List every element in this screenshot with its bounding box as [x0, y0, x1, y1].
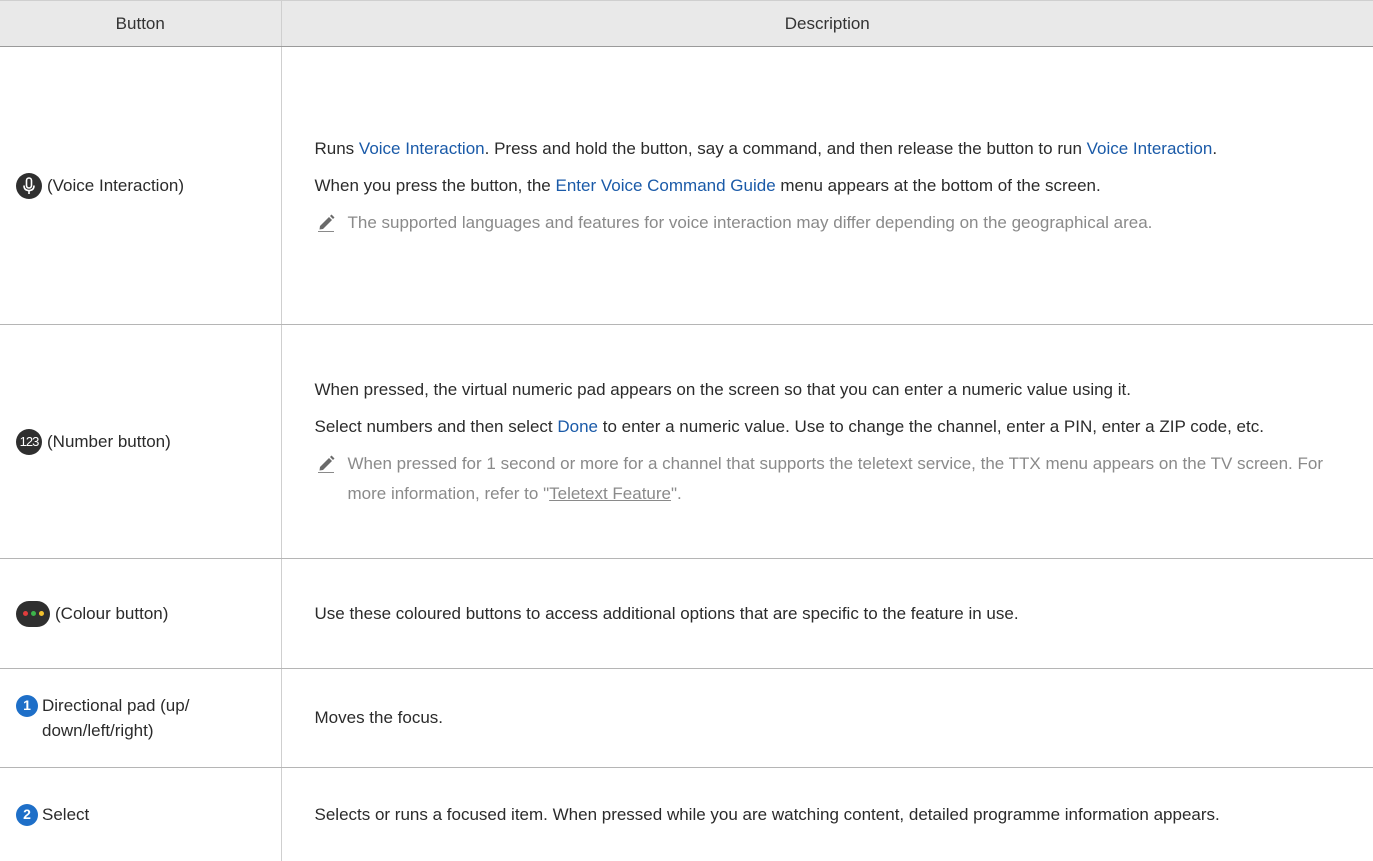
description-text: Moves the focus. — [314, 707, 444, 727]
button-label: Select — [42, 805, 90, 824]
description-text: When you press the button, the Enter Voi… — [314, 175, 1101, 195]
table-row: (Voice Interaction) Runs Voice Interacti… — [0, 46, 1373, 326]
note: The supported languages and features for… — [315, 208, 1344, 238]
description-text: When pressed, the virtual numeric pad ap… — [314, 379, 1131, 399]
table-row: (Colour button) Use these coloured butto… — [0, 558, 1373, 669]
highlight-term: Voice Interaction — [1086, 138, 1213, 158]
description-cell: Runs Voice Interaction. Press and hold t… — [280, 46, 1373, 326]
pencil-note-icon — [317, 455, 334, 473]
button-cell: 1 Directional pad (up/ down/left/right) — [0, 668, 281, 769]
button-label: (Colour button) — [55, 604, 169, 624]
description-text: Use these coloured buttons to access add… — [314, 603, 1019, 623]
number-icon: 123 — [16, 428, 42, 455]
header-button: Button — [0, 0, 281, 47]
highlight-term: Voice Interaction — [358, 138, 485, 158]
button-label: (Number button) — [47, 432, 171, 452]
table-row: 2 Select Selects or runs a focused item.… — [0, 767, 1373, 861]
description-cell: Use these coloured buttons to access add… — [280, 558, 1373, 669]
table-row: 123 (Number button) When pressed, the vi… — [0, 324, 1373, 560]
pencil-note-icon — [317, 214, 334, 232]
mic-icon — [16, 172, 42, 199]
description-text: Runs Voice Interaction. Press and hold t… — [314, 138, 1218, 158]
button-cell: (Colour button) — [0, 558, 281, 669]
teletext-feature-link[interactable]: Teletext Feature — [549, 484, 671, 503]
description-cell: Moves the focus. — [280, 668, 1373, 769]
table-header-row: Button Description — [0, 0, 1373, 47]
colour-dots-icon — [16, 600, 50, 627]
description-cell: When pressed, the virtual numeric pad ap… — [280, 324, 1373, 560]
table-row: 1 Directional pad (up/ down/left/right) … — [0, 668, 1373, 769]
button-cell: 2 Select — [0, 768, 281, 861]
button-cell: (Voice Interaction) — [0, 46, 281, 326]
button-cell: 123 (Number button) — [0, 324, 281, 560]
badge-1-icon: 1 — [16, 694, 38, 717]
button-label: (Voice Interaction) — [47, 176, 185, 196]
header-description: Description — [280, 0, 1373, 47]
highlight-term: Done — [557, 416, 599, 436]
badge-2-icon: 2 — [16, 803, 38, 826]
button-description-table: Button Description (Voice Interaction) R… — [0, 0, 1373, 861]
description-text: Selects or runs a focused item. When pre… — [314, 804, 1220, 824]
highlight-term: Enter Voice Command Guide — [555, 175, 776, 195]
description-text: Select numbers and then select Done to e… — [314, 416, 1264, 436]
description-cell: Selects or runs a focused item. When pre… — [280, 767, 1373, 861]
button-label: Directional pad (up/ down/left/right) — [42, 695, 190, 740]
note: When pressed for 1 second or more for a … — [315, 449, 1344, 509]
